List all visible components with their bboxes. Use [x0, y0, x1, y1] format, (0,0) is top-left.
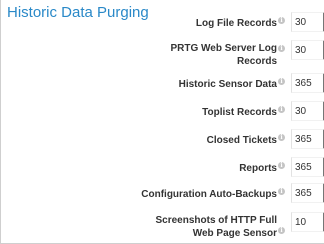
field-label-prtg-web-server-log-records: PRTG Web Server Log Records	[170, 43, 277, 67]
field-label-toplist-records: Toplist Records	[202, 107, 277, 118]
historic-data-purging-panel: Historic Data Purging Log File Records i…	[0, 0, 324, 244]
field-label-configuration-auto-backups: Configuration Auto-Backups	[141, 189, 277, 200]
reports-input[interactable]	[291, 157, 324, 177]
field-label-closed-tickets: Closed Tickets	[206, 135, 277, 146]
info-icon[interactable]: i	[278, 45, 285, 52]
info-icon[interactable]: i	[278, 78, 285, 85]
field-label-log-file-records: Log File Records	[195, 18, 277, 29]
closed-tickets-input[interactable]	[291, 129, 324, 149]
info-icon[interactable]: i	[278, 188, 285, 195]
field-label-reports: Reports	[239, 163, 277, 174]
info-icon[interactable]: i	[278, 162, 285, 169]
field-label-screenshots-http-full-web-page-sensor: Screenshots of HTTP Full Web Page Sensor	[155, 215, 278, 239]
screenshots-http-full-web-page-sensor-input[interactable]	[291, 212, 324, 232]
field-label-historic-sensor-data: Historic Sensor Data	[178, 79, 277, 90]
info-icon[interactable]: i	[278, 227, 285, 234]
log-file-records-input[interactable]	[291, 12, 324, 32]
prtg-web-server-log-records-input[interactable]	[291, 40, 324, 60]
configuration-auto-backups-input[interactable]	[291, 183, 324, 203]
info-icon[interactable]: i	[278, 17, 285, 24]
historic-sensor-data-input[interactable]	[291, 73, 324, 93]
toplist-records-input[interactable]	[291, 101, 324, 121]
info-icon[interactable]: i	[278, 106, 285, 113]
info-icon[interactable]: i	[278, 134, 285, 141]
